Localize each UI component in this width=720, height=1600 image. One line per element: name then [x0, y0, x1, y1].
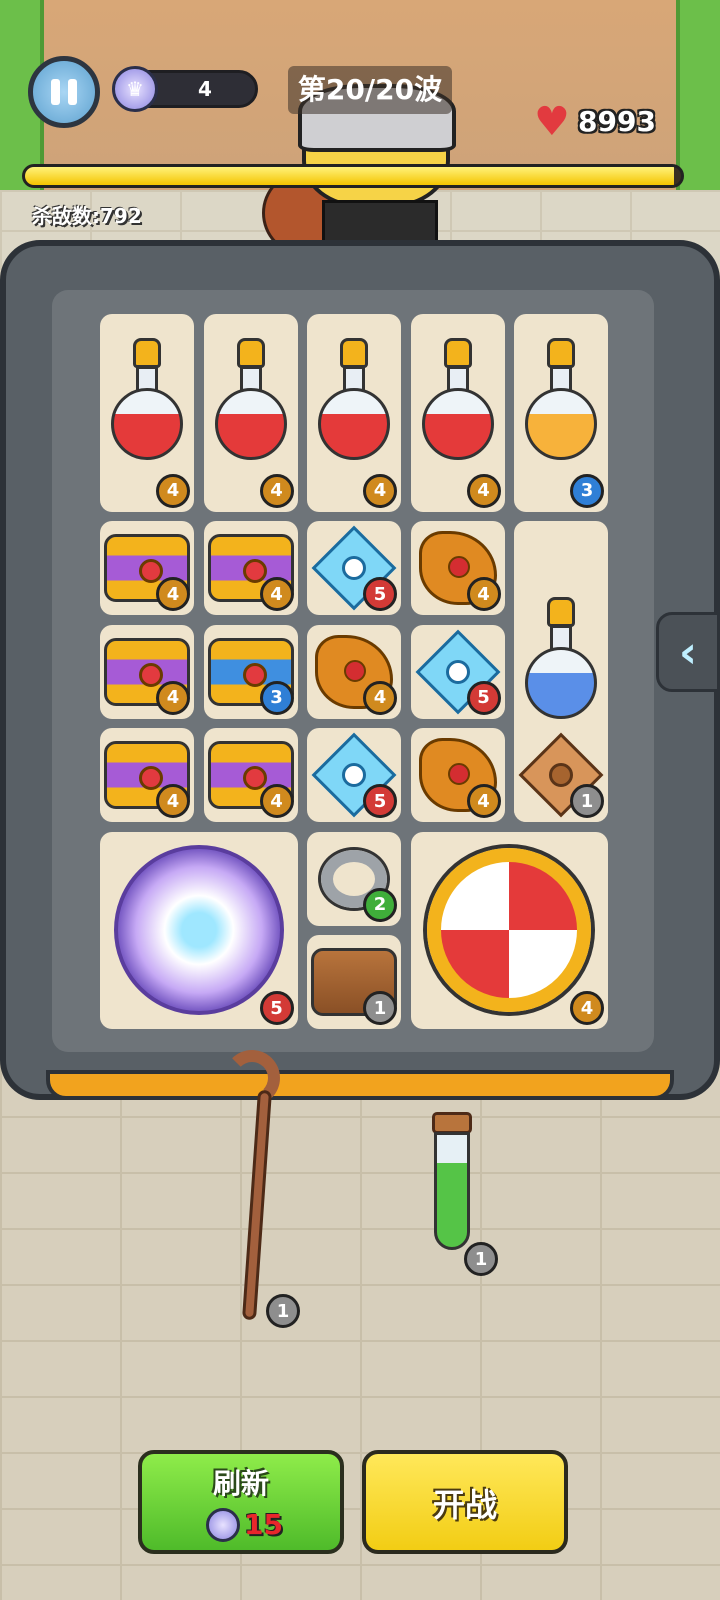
level-badge: 3: [259, 680, 294, 715]
level-badge: 4: [156, 680, 190, 715]
potion-red-icon: [213, 337, 289, 488]
potion-blue-icon: [523, 596, 599, 747]
level-badge: 3: [570, 473, 604, 508]
wave-label: 第20/20波: [288, 66, 452, 114]
potion-red-icon: [109, 337, 185, 488]
boss-hp-bar: [22, 164, 684, 188]
level-badge: 5: [363, 577, 397, 611]
potion-orange-icon: [523, 337, 599, 488]
level-badge: 4: [259, 577, 294, 611]
hp-value: 8993: [578, 105, 656, 138]
level-badge: 4: [156, 784, 190, 818]
grass-right: [676, 0, 720, 190]
level-badge: 4: [570, 991, 604, 1025]
level-badge: 4: [156, 473, 190, 508]
level-badge: 1: [570, 784, 604, 818]
heart-icon: ♥: [534, 99, 570, 145]
potion-red-icon: [316, 337, 392, 488]
level-badge: 4: [259, 784, 294, 818]
refresh-label: 刷新: [212, 1467, 269, 1500]
level-badge: 4: [466, 473, 501, 508]
level-badge: 2: [363, 887, 397, 922]
level-badge: 4: [363, 473, 397, 508]
level-badge: 4: [156, 577, 190, 611]
brick-floor: [0, 1060, 720, 1600]
potion-red-icon: [420, 337, 496, 488]
pause-icon: [51, 79, 60, 105]
level-badge: 4: [363, 680, 397, 715]
crown-gem-icon: [206, 1508, 240, 1542]
side-panel-toggle[interactable]: ‹: [656, 612, 720, 692]
level-badge: 4: [466, 577, 501, 611]
tube-level-badge: 1: [464, 1242, 498, 1276]
shield-round-icon: [427, 848, 592, 1013]
pause-button[interactable]: [28, 56, 100, 128]
kill-count-label: 杀敌数:792: [32, 204, 142, 228]
level-badge: 5: [259, 991, 294, 1025]
gem-count: 4: [198, 77, 212, 101]
staff-level-badge: 1: [266, 1294, 300, 1328]
crown-gem-icon: ♛: [112, 66, 158, 112]
level-badge: 5: [466, 680, 501, 715]
staff-item[interactable]: [214, 1050, 304, 1330]
refresh-cost: 15: [244, 1508, 283, 1541]
level-badge: 1: [363, 991, 397, 1025]
level-badge: 4: [466, 784, 501, 818]
boss-hp-fill: [25, 167, 675, 185]
chevron-left-icon: ‹: [678, 626, 698, 678]
level-badge: 4: [259, 473, 294, 508]
level-badge: 5: [363, 784, 397, 818]
compass-relic-icon: [113, 845, 284, 1016]
green-tube-potion-item[interactable]: [426, 1112, 478, 1252]
start-battle-label: 开战: [432, 1486, 497, 1524]
